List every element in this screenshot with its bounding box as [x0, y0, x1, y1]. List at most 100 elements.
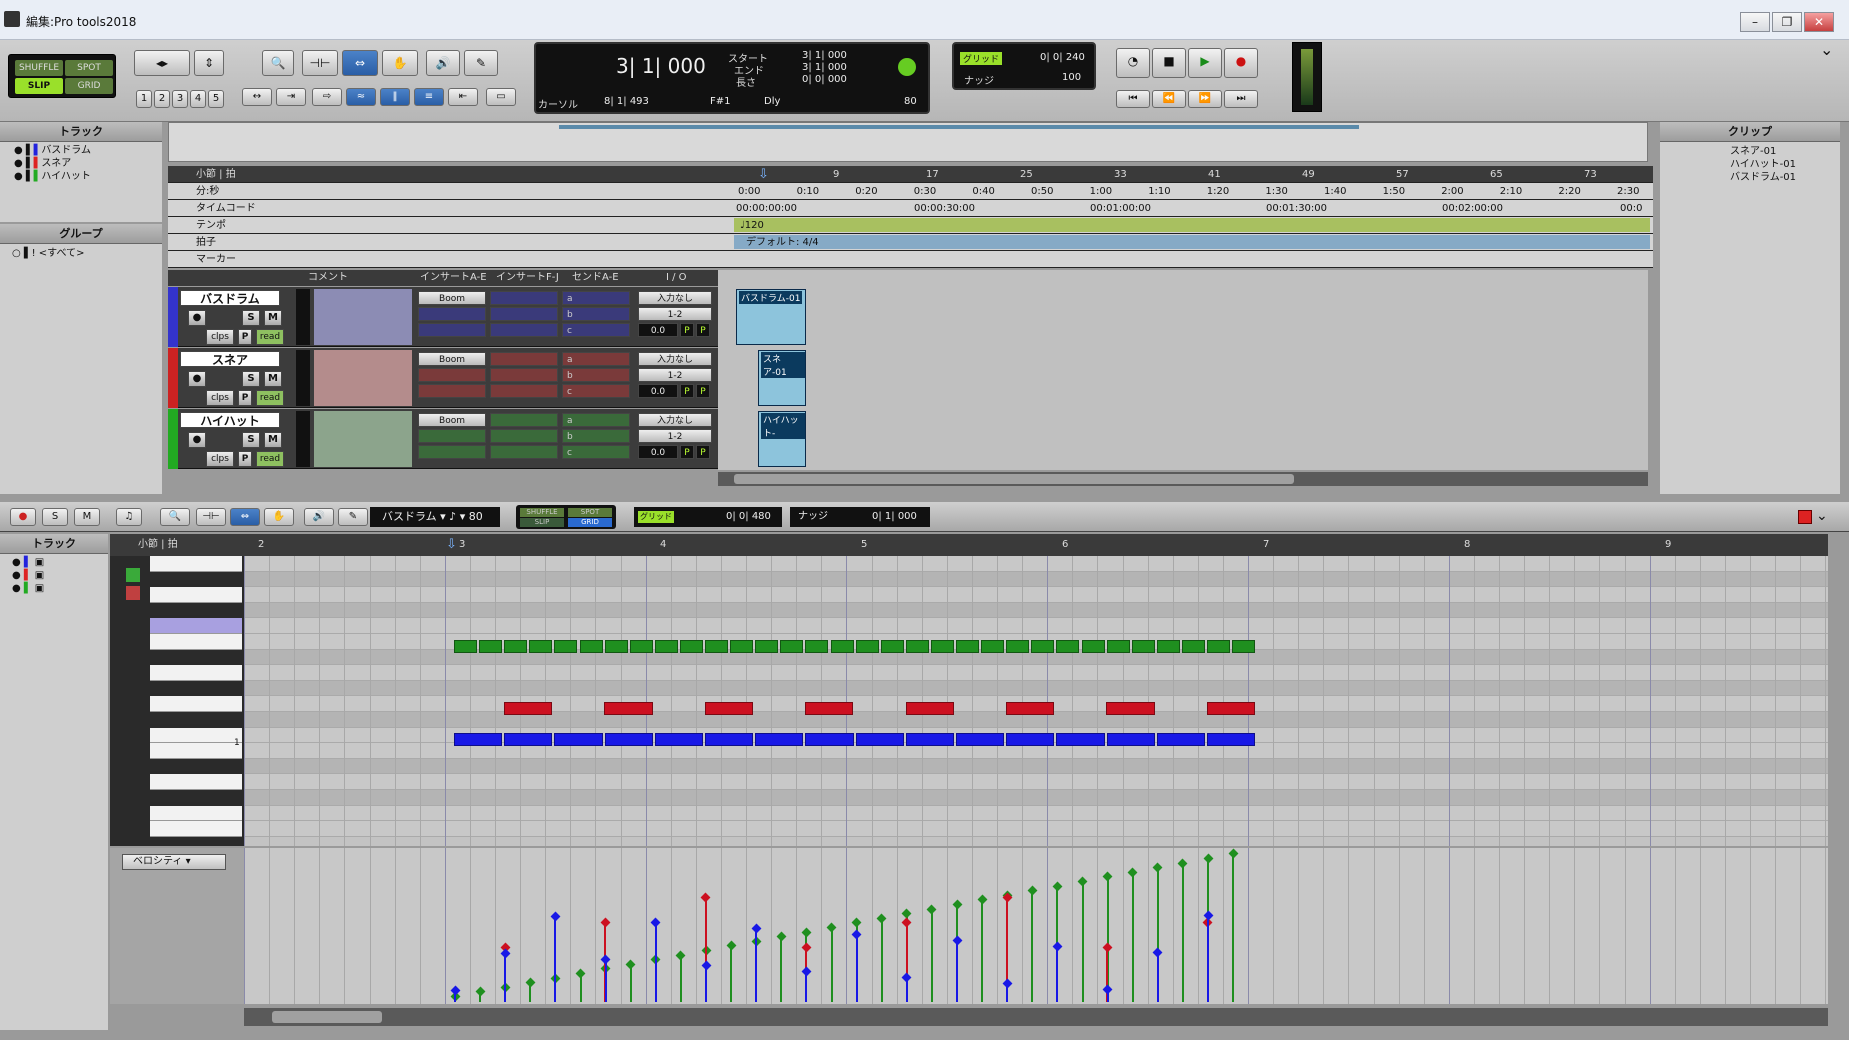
- clips-view-button[interactable]: clps: [206, 390, 234, 406]
- velocity-stem[interactable]: [956, 940, 958, 1002]
- midi-note[interactable]: [1006, 733, 1055, 746]
- midi-note[interactable]: [1207, 733, 1256, 746]
- piano-key[interactable]: [150, 680, 210, 693]
- midi-note[interactable]: [504, 733, 553, 746]
- midi-slip-mode[interactable]: SLIP: [520, 518, 564, 527]
- insertion-follows-icon[interactable]: ⇨: [312, 88, 342, 106]
- spot-mode[interactable]: SPOT: [65, 60, 113, 76]
- midi-note[interactable]: [529, 640, 553, 653]
- midi-grid-display[interactable]: グリッド 0| 0| 480: [634, 507, 782, 527]
- pan-left[interactable]: P: [680, 445, 694, 459]
- play-icon[interactable]: ▶: [1188, 48, 1222, 78]
- mute-button[interactable]: M: [264, 310, 282, 326]
- insert-slot[interactable]: [490, 413, 558, 427]
- keyboard-focus-icon[interactable]: ≡: [414, 88, 444, 106]
- piano-key[interactable]: [150, 774, 242, 790]
- midi-note[interactable]: [554, 733, 603, 746]
- inserts-ae-header[interactable]: インサートA-E: [420, 270, 487, 286]
- midi-menu-icon[interactable]: ⌄: [1816, 508, 1828, 524]
- velocity-stem[interactable]: [1207, 915, 1209, 1002]
- midi-note[interactable]: [1006, 702, 1055, 715]
- record-arm-icon[interactable]: ●: [188, 432, 206, 448]
- piano-key[interactable]: [150, 649, 210, 662]
- pan-left[interactable]: P: [680, 384, 694, 398]
- playhead-icon[interactable]: ⇩: [758, 166, 769, 183]
- midi-note[interactable]: [1031, 640, 1055, 653]
- playlist-button[interactable]: P: [238, 451, 252, 467]
- velocity-lane[interactable]: [244, 848, 1828, 1004]
- midi-note[interactable]: [604, 640, 628, 653]
- midi-solo-button[interactable]: S: [42, 508, 68, 526]
- send-slot[interactable]: c: [562, 323, 630, 337]
- send-slot[interactable]: b: [562, 368, 630, 382]
- velocity-stem[interactable]: [880, 917, 883, 1002]
- track-name[interactable]: バスドラム: [180, 290, 280, 306]
- midi-note[interactable]: [629, 640, 653, 653]
- record-icon[interactable]: ●: [1224, 48, 1258, 78]
- notation-icon[interactable]: ♫: [116, 508, 142, 526]
- bars-ruler[interactable]: 小節 | 拍 9 17 25 33 41 49 57 65 73 ⇩: [168, 166, 1653, 183]
- midi-note[interactable]: [830, 640, 854, 653]
- piano-key[interactable]: [150, 571, 210, 584]
- pencil-tool-icon[interactable]: ✎: [464, 50, 498, 76]
- send-slot[interactable]: a: [562, 413, 630, 427]
- velocity-stem[interactable]: [780, 936, 783, 1002]
- layout-icon[interactable]: ▭: [486, 88, 516, 106]
- midi-note[interactable]: [504, 640, 528, 653]
- midi-note[interactable]: [956, 640, 980, 653]
- comment-field[interactable]: [314, 289, 412, 345]
- midi-note[interactable]: [705, 640, 729, 653]
- insert-slot[interactable]: [490, 307, 558, 321]
- velocity-stem[interactable]: [604, 959, 607, 1002]
- piano-key[interactable]: [150, 712, 210, 724]
- trim-tool-icon[interactable]: ⊣⊢: [302, 50, 338, 76]
- midi-note[interactable]: [604, 702, 653, 715]
- volume-value[interactable]: 0.0: [638, 323, 678, 337]
- midi-record-icon[interactable]: ●: [10, 508, 36, 526]
- insert-slot[interactable]: [418, 429, 486, 443]
- midi-note[interactable]: [1181, 640, 1205, 653]
- velocity-stem[interactable]: [1181, 862, 1184, 1002]
- midi-trim-icon[interactable]: ⊣⊢: [196, 508, 226, 526]
- midi-zoom-icon[interactable]: 🔍: [160, 508, 190, 526]
- midi-track-item[interactable]: ● ▌ ▣: [12, 582, 44, 595]
- midi-note[interactable]: [905, 702, 954, 715]
- meter-marker[interactable]: デフォルト: 4/4: [746, 234, 819, 251]
- playlist-button[interactable]: P: [238, 329, 252, 345]
- midi-track-item[interactable]: ● ▌ ▣: [12, 569, 44, 582]
- mute-button[interactable]: M: [264, 432, 282, 448]
- link-select-icon[interactable]: ⇤: [448, 88, 478, 106]
- midi-note[interactable]: [1206, 702, 1255, 715]
- playlist-button[interactable]: P: [238, 390, 252, 406]
- velocity-stem[interactable]: [930, 908, 933, 1002]
- midi-note[interactable]: [956, 733, 1005, 746]
- piano-key[interactable]: [150, 696, 242, 712]
- midi-note[interactable]: [1156, 640, 1180, 653]
- zoom-vertical-button[interactable]: ⇕: [194, 50, 224, 76]
- note-grid[interactable]: [244, 556, 1828, 846]
- audio-clip[interactable]: バスドラム-01: [736, 289, 806, 345]
- comment-field[interactable]: [314, 350, 412, 406]
- zoom-preset-2[interactable]: 2: [154, 90, 170, 108]
- midi-note[interactable]: [1006, 640, 1030, 653]
- midi-nudge-display[interactable]: ナッジ 0| 1| 000: [790, 507, 930, 527]
- midi-note[interactable]: [1106, 733, 1155, 746]
- midi-note[interactable]: [454, 733, 503, 746]
- midi-note[interactable]: [1081, 640, 1105, 653]
- velocity-stem[interactable]: [654, 922, 657, 1002]
- solo-button[interactable]: S: [242, 371, 260, 387]
- midi-speaker-icon[interactable]: 🔊: [304, 508, 334, 526]
- midi-note[interactable]: [1056, 640, 1080, 653]
- piano-key[interactable]: [150, 587, 242, 603]
- midi-window-close-icon[interactable]: [1798, 510, 1812, 524]
- piano-key[interactable]: [150, 618, 242, 634]
- zoom-horizontal-button[interactable]: ◂▸: [134, 50, 190, 76]
- midi-note[interactable]: [454, 640, 478, 653]
- velocity-stem[interactable]: [1031, 890, 1034, 1002]
- send-slot[interactable]: a: [562, 291, 630, 305]
- scrubber-speaker-icon[interactable]: 🔊: [426, 50, 460, 76]
- midi-bars-ruler[interactable]: 小節 | 拍 2 3 4 5 6 7 8 9 ⇩: [110, 534, 1828, 556]
- smart-tool-icon[interactable]: ⇔: [342, 50, 378, 76]
- tempo-marker[interactable]: ♩120: [740, 217, 764, 234]
- midi-smart-tool-icon[interactable]: ⇔: [230, 508, 260, 526]
